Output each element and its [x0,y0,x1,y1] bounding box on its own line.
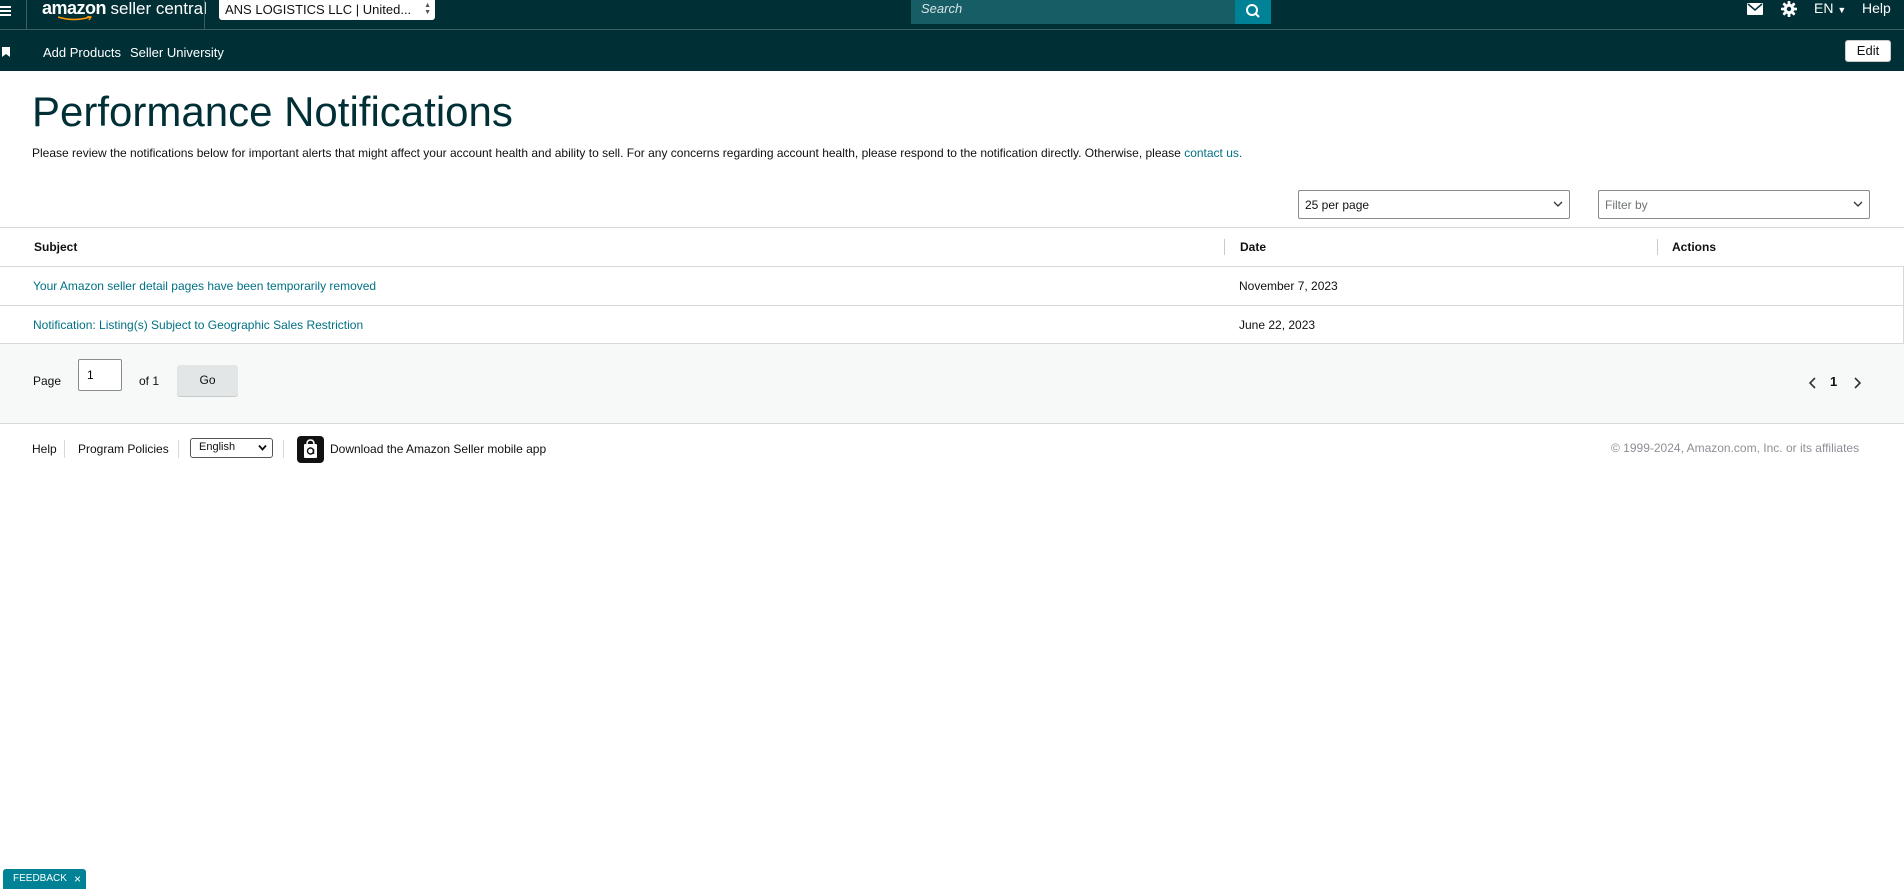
footer-app-download-link[interactable]: Download the Amazon Seller mobile app [330,442,546,456]
mail-icon[interactable] [1747,3,1763,15]
top-bar: amazon seller central ANS LOGISTICS LLC … [0,0,1904,30]
seller-central-logo[interactable]: amazon seller central [42,0,207,21]
search-button[interactable] [1235,0,1271,24]
pagination-bar: Page of 1 Go 1 [0,344,1904,424]
close-icon[interactable]: × [74,869,81,889]
go-button[interactable]: Go [177,365,238,396]
spinner-arrows-icon: ▲ ▼ [424,2,431,16]
footer-language-select[interactable]: English [190,438,273,458]
per-page-value: 25 per page [1305,198,1370,212]
search-icon [1246,4,1260,18]
filter-select[interactable]: Filter by [1598,190,1870,219]
notification-date: November 7, 2023 [1239,279,1338,293]
logo-product: seller central [110,0,207,18]
divider [204,0,205,30]
amazon-seller-app-icon[interactable] [297,436,324,463]
edit-button[interactable]: Edit [1845,40,1891,62]
column-header-date[interactable]: Date [1240,228,1266,266]
footer-help-link[interactable]: Help [32,442,57,456]
column-header-subject[interactable]: Subject [34,228,77,266]
footer-program-policies-link[interactable]: Program Policies [78,442,169,456]
bookmark-icon[interactable] [2,47,10,57]
chevron-down-icon [1553,201,1563,207]
footer-divider [283,440,284,458]
smile-icon [57,16,93,21]
footer-language-value: English [199,441,236,453]
feedback-tab[interactable]: FEEDBACK × [3,869,86,889]
footer-divider [64,440,65,458]
account-selector-label: ANS LOGISTICS LLC | United... [225,2,412,17]
table-header-row: Subject Date Actions [0,227,1904,266]
table-row: Your Amazon seller detail pages have bee… [0,266,1904,305]
notification-subject-link[interactable]: Your Amazon seller detail pages have bee… [33,279,376,293]
chevron-right-icon[interactable] [1852,377,1862,389]
search-bar: Search [911,0,1271,24]
caret-down-icon: ▼ [1837,5,1847,15]
column-header-actions: Actions [1672,240,1717,254]
help-link[interactable]: Help [1862,0,1891,16]
description-text: Please review the notifications below fo… [32,146,1185,160]
filter-placeholder: Filter by [1605,198,1648,212]
language-label: EN [1814,0,1834,16]
notification-date: June 22, 2023 [1239,318,1316,332]
search-input[interactable]: Search [911,0,1235,24]
footer-divider [178,440,179,458]
page-count-label: of 1 [139,374,160,388]
page-number[interactable]: 1 [1830,374,1837,389]
account-selector[interactable]: ANS LOGISTICS LLC | United... ▲ ▼ [219,0,435,20]
nav-seller-university[interactable]: Seller University [130,45,224,60]
page-title: Performance Notifications [32,88,513,135]
chevron-down-icon [1853,201,1863,207]
page-number-input[interactable] [78,359,122,391]
copyright-text: © 1999-2024, Amazon.com, Inc. or its aff… [1611,441,1860,455]
page-label: Page [33,374,62,388]
page-description: Please review the notifications below fo… [32,146,1242,160]
gear-icon[interactable] [1781,1,1797,17]
shopping-bag-icon [304,439,317,458]
per-page-select[interactable]: 25 per page [1298,190,1570,219]
feedback-label: FEEDBACK [13,873,67,884]
divider [26,0,27,30]
nav-add-products[interactable]: Add Products [43,45,121,60]
contact-us-link[interactable]: contact us. [1184,146,1242,160]
column-divider [1657,239,1658,255]
chevron-left-icon[interactable] [1808,377,1818,389]
menu-icon[interactable] [0,6,12,18]
column-divider [1224,239,1225,255]
table-row: Notification: Listing(s) Subject to Geog… [0,305,1904,344]
notification-subject-link[interactable]: Notification: Listing(s) Subject to Geog… [33,318,363,332]
language-menu[interactable]: EN ▼ [1814,0,1846,16]
chevron-down-icon [258,444,267,451]
notifications-table: Subject Date Actions Your Amazon seller … [0,227,1904,344]
nav-bar: Add Products Seller University Edit [0,30,1904,71]
